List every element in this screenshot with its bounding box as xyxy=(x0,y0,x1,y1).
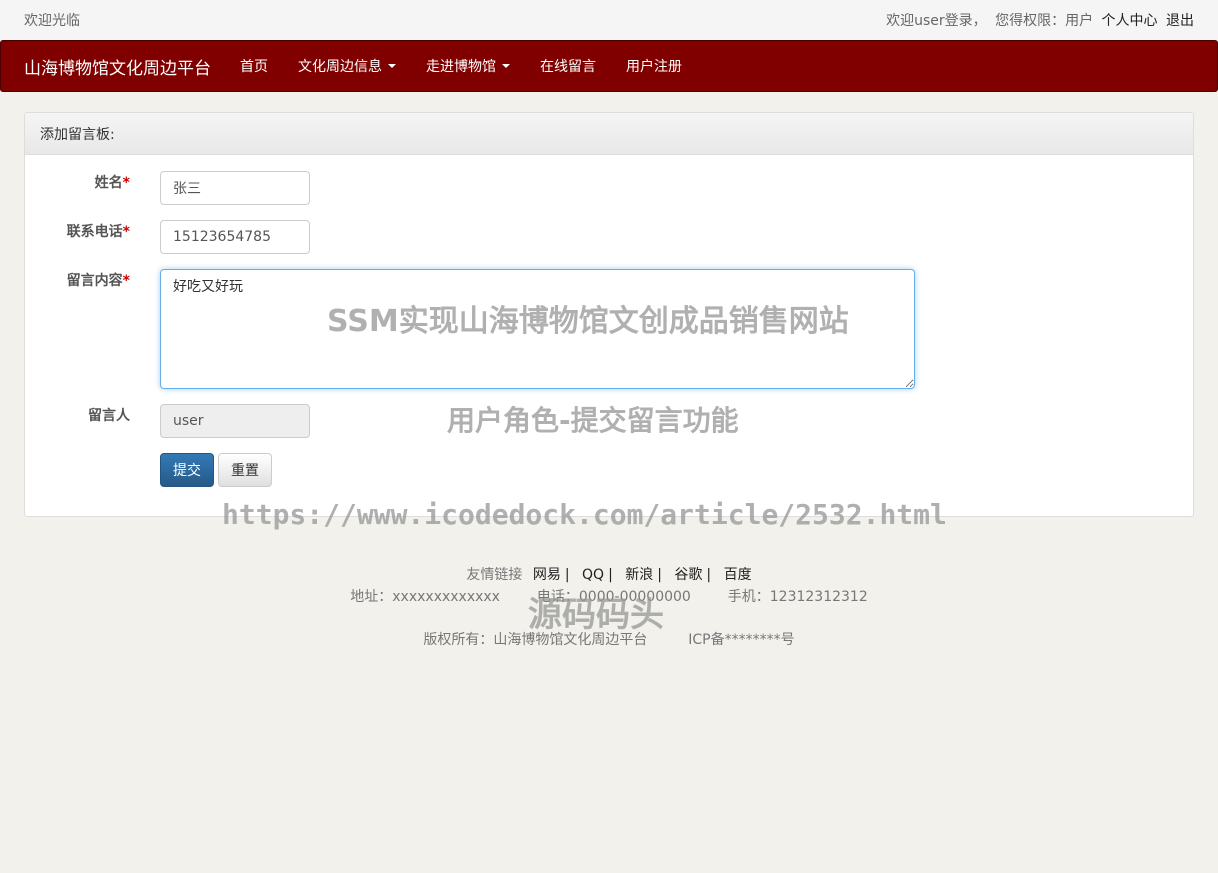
nav-message-label: 在线留言 xyxy=(540,59,596,75)
caret-down-icon xyxy=(388,64,396,68)
name-input[interactable] xyxy=(160,171,310,205)
nav-home-label: 首页 xyxy=(240,59,268,75)
nav-culture-info-label: 文化周边信息 xyxy=(298,59,382,75)
link-baidu[interactable]: 百度 xyxy=(724,567,752,583)
nav-register-label: 用户注册 xyxy=(626,59,682,75)
caret-down-icon xyxy=(502,64,510,68)
nav-message[interactable]: 在线留言 xyxy=(525,41,611,91)
panel-heading: 添加留言板: xyxy=(25,113,1193,155)
nav-home[interactable]: 首页 xyxy=(225,41,283,91)
phone-label: 联系电话* xyxy=(66,224,130,240)
footer-copyright-row: 版权所有：山海博物馆文化周边平台 ICP备********号 xyxy=(0,629,1218,649)
user-greeting: 欢迎user登录， xyxy=(886,13,987,29)
footer-address: 地址：xxxxxxxxxxxxx xyxy=(350,589,500,605)
footer-icp: ICP备********号 xyxy=(688,632,795,648)
main-navbar: 山海博物馆文化周边平台 首页 文化周边信息 走进博物馆 在线留言 用户注册 xyxy=(0,40,1218,92)
link-sina[interactable]: 新浪 xyxy=(625,567,653,583)
link-qq[interactable]: QQ xyxy=(582,567,604,583)
nav-register[interactable]: 用户注册 xyxy=(611,41,697,91)
footer-contact: 地址：xxxxxxxxxxxxx 电话：0000-00000000 手机：123… xyxy=(0,586,1218,606)
logout-link[interactable]: 退出 xyxy=(1166,13,1194,29)
top-bar: 欢迎光临 欢迎user登录， 您得权限：用户 个人中心 退出 xyxy=(0,0,1218,40)
footer-copyright: 版权所有：山海博物馆文化周边平台 xyxy=(423,632,648,648)
nav-museum[interactable]: 走进博物馆 xyxy=(411,41,525,91)
permission-text: 您得权限：用户 xyxy=(995,13,1094,29)
nav-museum-label: 走进博物馆 xyxy=(426,59,496,75)
footer-links: 友情链接 网易 | QQ | 新浪 | 谷歌 | 百度 xyxy=(466,567,752,583)
user-info: 欢迎user登录， 您得权限：用户 个人中心 退出 xyxy=(882,10,1194,30)
welcome-text: 欢迎光临 xyxy=(24,13,80,29)
footer-mobile: 手机：12312312312 xyxy=(727,589,868,605)
submit-button[interactable]: 提交 xyxy=(160,453,214,487)
author-label: 留言人 xyxy=(88,408,130,424)
reset-button[interactable]: 重置 xyxy=(218,453,272,487)
nav-culture-info[interactable]: 文化周边信息 xyxy=(283,41,411,91)
name-label: 姓名* xyxy=(94,175,130,191)
footer-phone: 电话：0000-00000000 xyxy=(536,589,691,605)
site-brand[interactable]: 山海博物馆文化周边平台 xyxy=(24,54,211,79)
author-input xyxy=(160,404,310,438)
links-label: 友情链接 xyxy=(466,567,523,583)
link-netease[interactable]: 网易 xyxy=(533,567,561,583)
content-textarea[interactable]: 好吃又好玩 xyxy=(160,269,915,389)
link-google[interactable]: 谷歌 xyxy=(674,567,702,583)
message-form-panel: 添加留言板: 姓名* 联系电话* 留言内容* 好吃又好玩 留言人 提交 重置 xyxy=(24,112,1194,517)
content-label: 留言内容* xyxy=(66,273,130,289)
phone-input[interactable] xyxy=(160,220,310,254)
profile-link[interactable]: 个人中心 xyxy=(1102,13,1158,29)
